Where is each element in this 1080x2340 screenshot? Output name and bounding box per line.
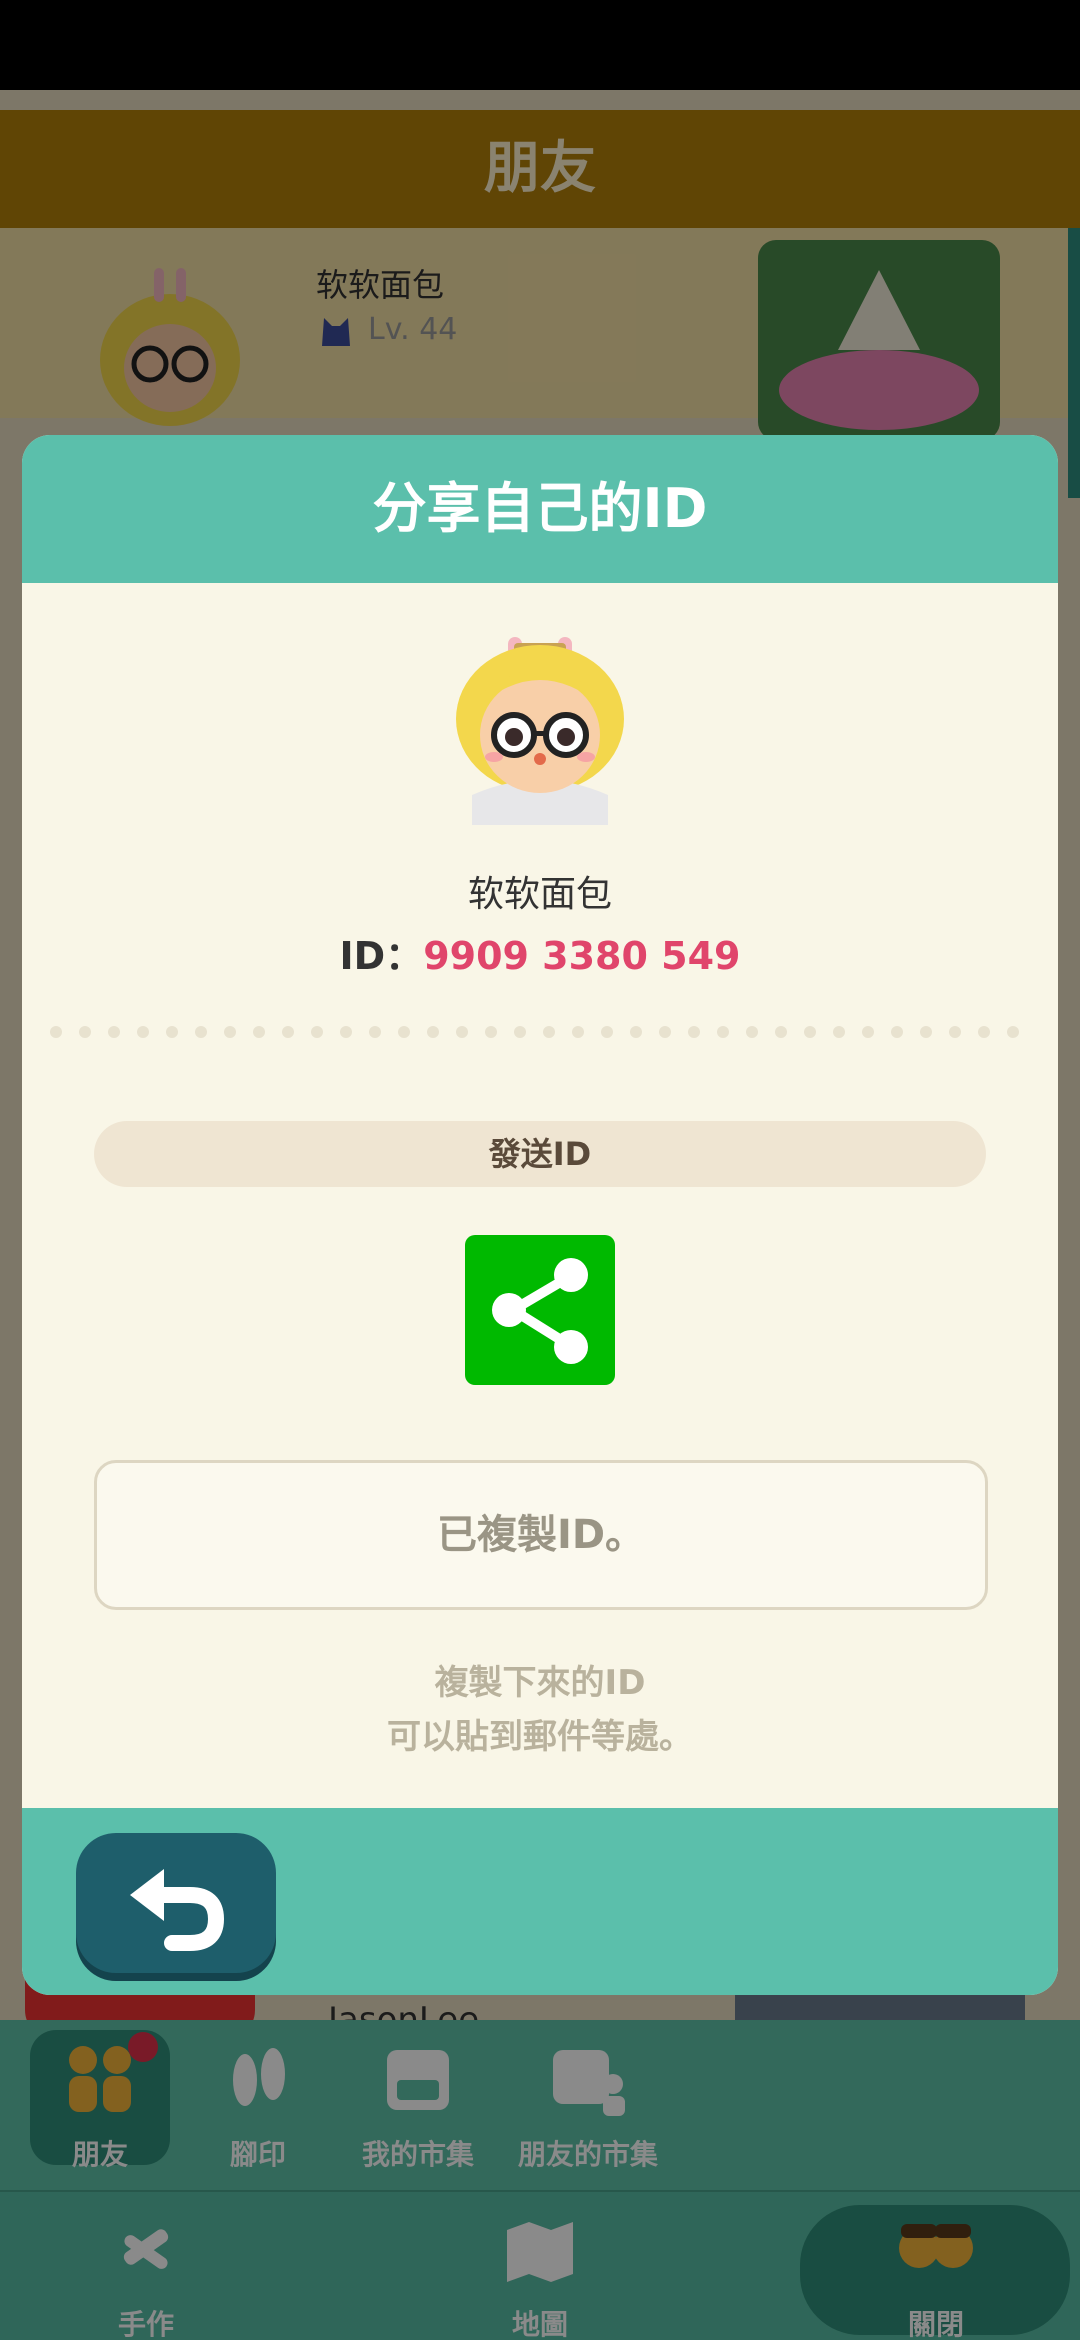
hint-line-2: 可以貼到郵件等處。 [387, 1717, 693, 1757]
player-id-label: ID： [339, 934, 424, 978]
dialog-title: 分享自己的ID [372, 477, 708, 540]
back-arrow-icon [130, 1869, 225, 1951]
share-icon [492, 1258, 588, 1364]
back-button[interactable] [76, 1833, 276, 1973]
player-id-row: ID：9909 3380 549 [22, 925, 1058, 980]
player-avatar [456, 637, 624, 825]
hint-line-1: 複製下來的ID [434, 1663, 646, 1703]
player-id-value: 9909 3380 549 [423, 934, 741, 978]
share-id-dialog: 分享自己的ID 软软面包 ID：9909 3380 549 發送ID 已複製ID… [22, 435, 1058, 1995]
status-bar [0, 0, 1080, 90]
share-button[interactable] [465, 1235, 615, 1385]
copy-status-text: 已複製ID。 [436, 1512, 646, 1558]
player-name: 软软面包 [467, 874, 612, 915]
dotted-divider [50, 1026, 1019, 1038]
send-id-label: 發送ID [94, 1121, 986, 1187]
